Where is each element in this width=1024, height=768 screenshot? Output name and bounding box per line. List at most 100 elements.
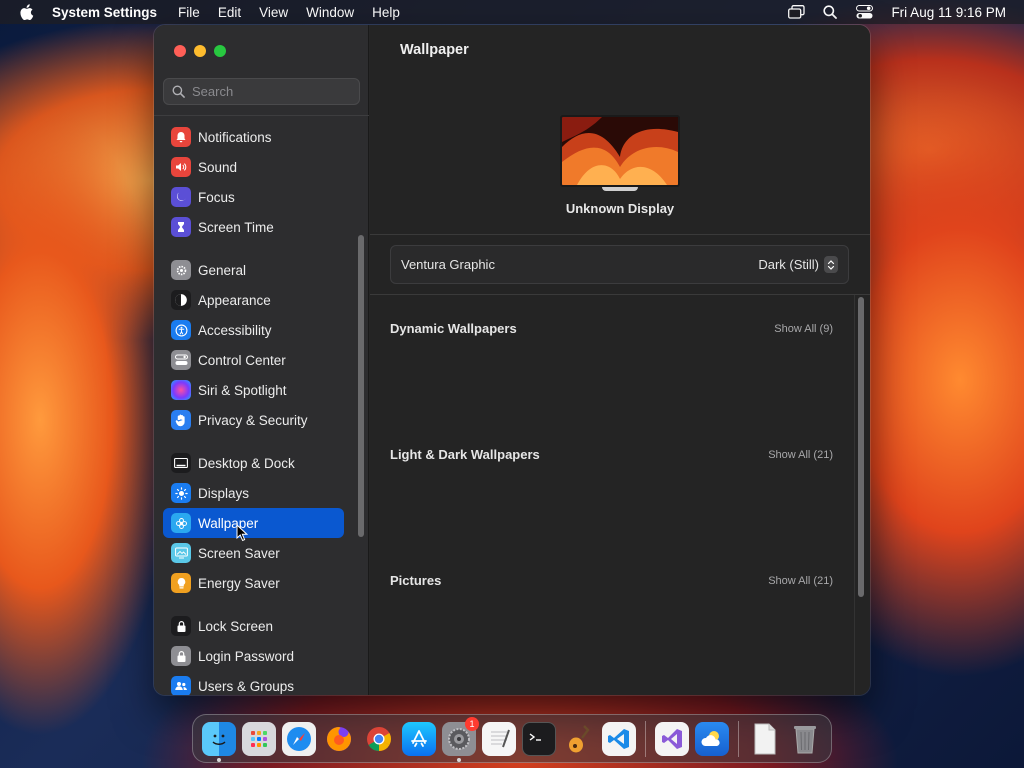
- flower-icon: [171, 513, 191, 533]
- launchpad-icon[interactable]: [242, 721, 276, 756]
- sidebar-item-appearance[interactable]: Appearance: [163, 285, 344, 315]
- menu-app-name[interactable]: System Settings: [44, 5, 169, 20]
- sidebar-item-screen-saver[interactable]: Screen Saver: [163, 538, 344, 568]
- window-controls: [174, 45, 226, 57]
- current-wallpaper-row: Ventura Graphic Dark (Still): [390, 245, 849, 284]
- menu-help[interactable]: Help: [363, 5, 409, 20]
- section-title: Light & Dark Wallpapers: [390, 447, 540, 462]
- terminal-icon[interactable]: [522, 721, 556, 756]
- wallpaper-preview-image: [562, 117, 678, 185]
- weather-icon[interactable]: [695, 721, 729, 756]
- dock: 1: [192, 714, 832, 763]
- safari-icon[interactable]: [282, 721, 316, 756]
- page-title: Wallpaper: [400, 42, 469, 58]
- notification-badge: 1: [465, 716, 479, 731]
- sidebar-item-label: Wallpaper: [198, 515, 259, 531]
- finder-icon[interactable]: [202, 721, 236, 762]
- sidebar-item-label: Appearance: [198, 292, 271, 308]
- sidebar-item-label: Privacy & Security: [198, 412, 308, 428]
- accessibility-icon: [171, 320, 191, 340]
- moon-icon: [171, 187, 191, 207]
- screen-saver-icon: [171, 543, 191, 563]
- screen-mirroring-icon[interactable]: [787, 4, 805, 20]
- show-all-button[interactable]: Show All (21): [768, 575, 833, 587]
- section-dynamic-wallpapers: Dynamic Wallpapers Show All (9): [390, 321, 833, 336]
- app-store-icon[interactable]: [402, 721, 436, 756]
- garageband-icon[interactable]: [562, 722, 596, 756]
- menu-edit[interactable]: Edit: [209, 5, 250, 20]
- appearance-style-popup[interactable]: Dark (Still): [758, 256, 838, 273]
- visual-studio-icon[interactable]: [655, 721, 689, 756]
- sidebar-item-sound[interactable]: Sound: [163, 152, 344, 182]
- apple-menu-icon[interactable]: [8, 4, 44, 20]
- display-stand: [602, 187, 638, 191]
- sidebar-item-label: Screen Time: [198, 219, 274, 235]
- sidebar-item-label: Siri & Spotlight: [198, 382, 287, 398]
- dock-divider: [738, 720, 739, 757]
- main-scrollbar[interactable]: [858, 297, 864, 597]
- sidebar-item-privacy-security[interactable]: Privacy & Security: [163, 405, 344, 435]
- firefox-icon[interactable]: [322, 722, 356, 756]
- display-preview[interactable]: [560, 115, 680, 187]
- sidebar-item-screen-time[interactable]: Screen Time: [163, 212, 344, 242]
- close-window-button[interactable]: [174, 45, 186, 57]
- sidebar-scrollbar[interactable]: [358, 235, 364, 537]
- sidebar-item-energy-saver[interactable]: Energy Saver: [163, 568, 344, 598]
- sidebar-item-control-center[interactable]: Control Center: [163, 345, 344, 375]
- zoom-window-button[interactable]: [214, 45, 226, 57]
- system-settings-icon[interactable]: 1: [442, 716, 479, 762]
- section-title: Dynamic Wallpapers: [390, 321, 517, 336]
- divider: [370, 294, 870, 295]
- sidebar-item-displays[interactable]: Displays: [163, 478, 344, 508]
- sidebar-item-label: Desktop & Dock: [198, 455, 295, 471]
- menu-view[interactable]: View: [250, 5, 297, 20]
- section-pictures: Pictures Show All (21): [390, 573, 833, 588]
- trash-icon[interactable]: [788, 722, 822, 756]
- users-icon: [171, 676, 191, 695]
- sidebar-item-login-password[interactable]: Login Password: [163, 641, 344, 671]
- chrome-icon[interactable]: [362, 722, 396, 756]
- search-input[interactable]: [192, 84, 352, 99]
- control-center-icon[interactable]: [855, 4, 873, 20]
- sidebar-item-notifications[interactable]: Notifications: [163, 122, 344, 152]
- sidebar: Notifications Sound Focus Screen Time: [154, 25, 369, 695]
- lightbulb-icon: [171, 573, 191, 593]
- chevron-up-down-icon: [824, 256, 838, 273]
- document-icon[interactable]: [748, 722, 782, 756]
- sidebar-item-label: Accessibility: [198, 322, 272, 338]
- sidebar-item-focus[interactable]: Focus: [163, 182, 344, 212]
- speaker-icon: [171, 157, 191, 177]
- bell-icon: [171, 127, 191, 147]
- sidebar-item-users-groups[interactable]: Users & Groups: [163, 671, 344, 695]
- sidebar-item-label: Focus: [198, 189, 235, 205]
- menu-file[interactable]: File: [169, 5, 209, 20]
- display-name: Unknown Display: [565, 201, 675, 216]
- dock-divider: [645, 720, 646, 757]
- sidebar-item-label: Lock Screen: [198, 618, 274, 634]
- hourglass-icon: [171, 217, 191, 237]
- show-all-button[interactable]: Show All (21): [768, 449, 833, 461]
- sidebar-item-accessibility[interactable]: Accessibility: [163, 315, 344, 345]
- minimize-window-button[interactable]: [194, 45, 206, 57]
- sidebar-item-siri-spotlight[interactable]: Siri & Spotlight: [163, 375, 344, 405]
- menu-window[interactable]: Window: [297, 5, 363, 20]
- vscode-icon[interactable]: [602, 721, 636, 756]
- menu-bar-clock[interactable]: Fri Aug 11 9:16 PM: [891, 5, 1006, 20]
- gear-icon: [171, 260, 191, 280]
- sidebar-item-label: Login Password: [198, 648, 295, 664]
- appearance-icon: [171, 290, 191, 310]
- spotlight-search-icon[interactable]: [821, 4, 839, 20]
- current-wallpaper-name: Ventura Graphic: [401, 257, 495, 272]
- hand-icon: [171, 410, 191, 430]
- sidebar-item-label: Energy Saver: [198, 575, 280, 591]
- sidebar-item-general[interactable]: General: [163, 255, 344, 285]
- sidebar-item-lock-screen[interactable]: Lock Screen: [163, 611, 344, 641]
- scroll-track: [854, 295, 855, 695]
- show-all-button[interactable]: Show All (9): [774, 323, 833, 335]
- textedit-icon[interactable]: [482, 721, 516, 756]
- sidebar-search-field[interactable]: [163, 78, 360, 105]
- sidebar-item-wallpaper[interactable]: Wallpaper: [163, 508, 344, 538]
- sidebar-item-label: Notifications: [198, 129, 272, 145]
- sidebar-item-desktop-dock[interactable]: Desktop & Dock: [163, 448, 344, 478]
- menu-bar: System Settings File Edit View Window He…: [0, 0, 1024, 24]
